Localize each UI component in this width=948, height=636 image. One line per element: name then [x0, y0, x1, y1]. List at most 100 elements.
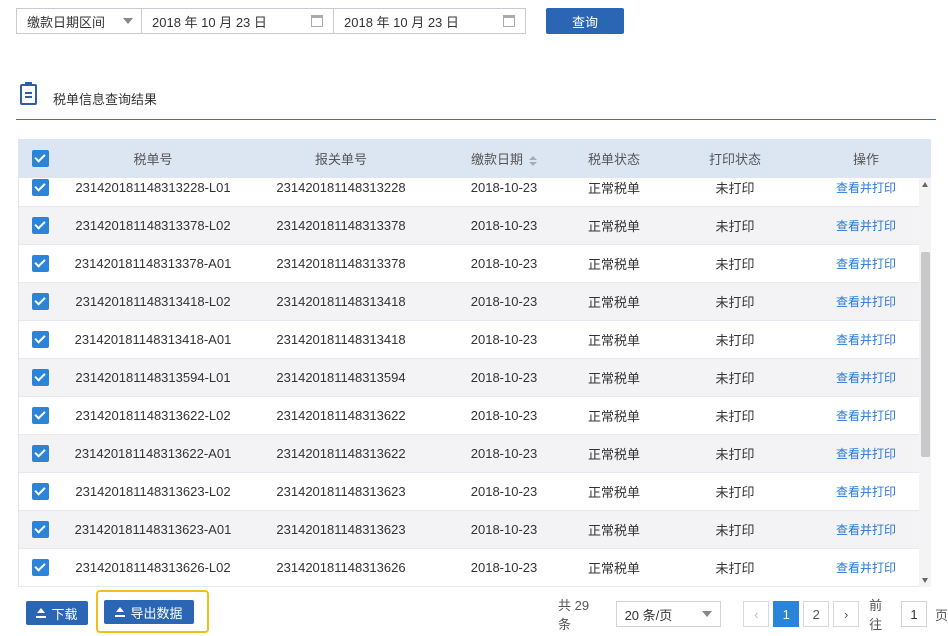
date-range-type-value: 缴款日期区间: [27, 12, 105, 31]
view-print-link[interactable]: 查看并打印: [813, 179, 919, 196]
cell-tax-no: 231420181148313228-L01: [61, 180, 245, 195]
cell-tax-no: 231420181148313622-A01: [61, 446, 245, 461]
row-checkbox[interactable]: [32, 559, 49, 576]
next-page-button[interactable]: ›: [833, 601, 859, 627]
export-label: 导出数据: [130, 603, 182, 622]
cell-tax-no: 231420181148313418-A01: [61, 332, 245, 347]
cell-print-status: 未打印: [657, 444, 813, 463]
download-button[interactable]: 下载: [26, 601, 88, 625]
table-row: 231420181148313418-A01231420181148313418…: [19, 321, 919, 359]
cell-tax-status: 正常税单: [571, 406, 657, 425]
cell-pay-date: 2018-10-23: [437, 522, 571, 537]
view-print-link[interactable]: 查看并打印: [813, 407, 919, 424]
row-checkbox-cell: [19, 331, 61, 348]
row-checkbox-cell: [19, 407, 61, 424]
cell-pay-date: 2018-10-23: [437, 294, 571, 309]
cell-tax-no: 231420181148313626-L02: [61, 560, 245, 575]
row-checkbox[interactable]: [32, 293, 49, 310]
row-checkbox[interactable]: [32, 445, 49, 462]
header-print-status: 打印状态: [657, 149, 813, 168]
download-icon: [36, 608, 46, 618]
cell-print-status: 未打印: [657, 520, 813, 539]
cell-print-status: 未打印: [657, 368, 813, 387]
date-range-type-select[interactable]: 缴款日期区间: [16, 8, 142, 34]
row-checkbox-cell: [19, 445, 61, 462]
view-print-link[interactable]: 查看并打印: [813, 445, 919, 462]
page-button-2[interactable]: 2: [803, 601, 829, 627]
header-decl-no: 报关单号: [245, 149, 437, 168]
cell-tax-no: 231420181148313594-L01: [61, 370, 245, 385]
cell-pay-date: 2018-10-23: [437, 446, 571, 461]
view-print-link[interactable]: 查看并打印: [813, 255, 919, 272]
table-row: 231420181148313623-L02231420181148313623…: [19, 473, 919, 511]
section-title: 税单信息查询结果: [53, 89, 157, 108]
goto-page-input[interactable]: 1: [901, 601, 927, 627]
table-row: 231420181148313418-L02231420181148313418…: [19, 283, 919, 321]
cell-tax-no: 231420181148313378-L02: [61, 218, 245, 233]
row-checkbox[interactable]: [32, 331, 49, 348]
cell-tax-no: 231420181148313378-A01: [61, 256, 245, 271]
header-pay-date[interactable]: 缴款日期: [437, 149, 571, 168]
scroll-down-icon[interactable]: [922, 578, 928, 583]
header-tax-status: 税单状态: [571, 149, 657, 168]
page-suffix: 页: [935, 605, 948, 624]
cell-pay-date: 2018-10-23: [437, 218, 571, 233]
scroll-thumb[interactable]: [921, 252, 930, 457]
row-checkbox[interactable]: [32, 521, 49, 538]
download-label: 下载: [51, 604, 77, 623]
export-data-button[interactable]: 导出数据: [104, 600, 194, 624]
view-print-link[interactable]: 查看并打印: [813, 369, 919, 386]
cell-pay-date: 2018-10-23: [437, 484, 571, 499]
start-date-value: 2018 年 10 月 23 日: [152, 12, 267, 31]
scroll-up-icon[interactable]: [922, 182, 928, 187]
cell-tax-status: 正常税单: [571, 520, 657, 539]
page-button-1[interactable]: 1: [773, 601, 799, 627]
table-row: 231420181148313622-A01231420181148313622…: [19, 435, 919, 473]
cell-pay-date: 2018-10-23: [437, 560, 571, 575]
page-size-select[interactable]: 20 条/页: [616, 601, 722, 627]
table-row: 231420181148313594-L01231420181148313594…: [19, 359, 919, 397]
row-checkbox[interactable]: [32, 369, 49, 386]
view-print-link[interactable]: 查看并打印: [813, 331, 919, 348]
end-date-input[interactable]: 2018 年 10 月 23 日: [334, 8, 526, 34]
view-print-link[interactable]: 查看并打印: [813, 217, 919, 234]
view-print-link[interactable]: 查看并打印: [813, 483, 919, 500]
view-print-link[interactable]: 查看并打印: [813, 559, 919, 576]
row-checkbox[interactable]: [32, 217, 49, 234]
cell-decl-no: 231420181148313623: [245, 522, 437, 537]
prev-page-button[interactable]: ‹: [743, 601, 769, 627]
table-row: 231420181148313626-L02231420181148313626…: [19, 549, 919, 587]
cell-decl-no: 231420181148313622: [245, 446, 437, 461]
cell-print-status: 未打印: [657, 406, 813, 425]
cell-pay-date: 2018-10-23: [437, 370, 571, 385]
sort-icon[interactable]: [529, 156, 537, 166]
row-checkbox[interactable]: [32, 407, 49, 424]
table-row: 231420181148313622-L02231420181148313622…: [19, 397, 919, 435]
row-checkbox-cell: [19, 369, 61, 386]
cell-decl-no: 231420181148313622: [245, 408, 437, 423]
row-checkbox[interactable]: [32, 483, 49, 500]
table-rows: 231420181148313228-L01231420181148313228…: [19, 178, 919, 587]
row-checkbox[interactable]: [32, 255, 49, 272]
calendar-icon: [311, 15, 323, 27]
cell-decl-no: 231420181148313626: [245, 560, 437, 575]
cell-print-status: 未打印: [657, 216, 813, 235]
cell-tax-no: 231420181148313623-L02: [61, 484, 245, 499]
row-checkbox[interactable]: [32, 179, 49, 196]
end-date-value: 2018 年 10 月 23 日: [344, 12, 459, 31]
cell-decl-no: 231420181148313594: [245, 370, 437, 385]
view-print-link[interactable]: 查看并打印: [813, 293, 919, 310]
select-all-checkbox[interactable]: [32, 150, 49, 167]
query-button[interactable]: 查询: [546, 8, 624, 34]
start-date-input[interactable]: 2018 年 10 月 23 日: [142, 8, 334, 34]
table-row: 231420181148313378-A01231420181148313378…: [19, 245, 919, 283]
cell-tax-no: 231420181148313622-L02: [61, 408, 245, 423]
row-checkbox-cell: [19, 559, 61, 576]
table-header: 税单号 报关单号 缴款日期 税单状态 打印状态 操作: [19, 139, 931, 178]
cell-tax-status: 正常税单: [571, 292, 657, 311]
filter-bar: 缴款日期区间 2018 年 10 月 23 日 2018 年 10 月 23 日…: [16, 8, 624, 34]
cell-tax-status: 正常税单: [571, 254, 657, 273]
table-scrollbar[interactable]: [919, 178, 931, 587]
view-print-link[interactable]: 查看并打印: [813, 521, 919, 538]
cell-tax-no: 231420181148313418-L02: [61, 294, 245, 309]
